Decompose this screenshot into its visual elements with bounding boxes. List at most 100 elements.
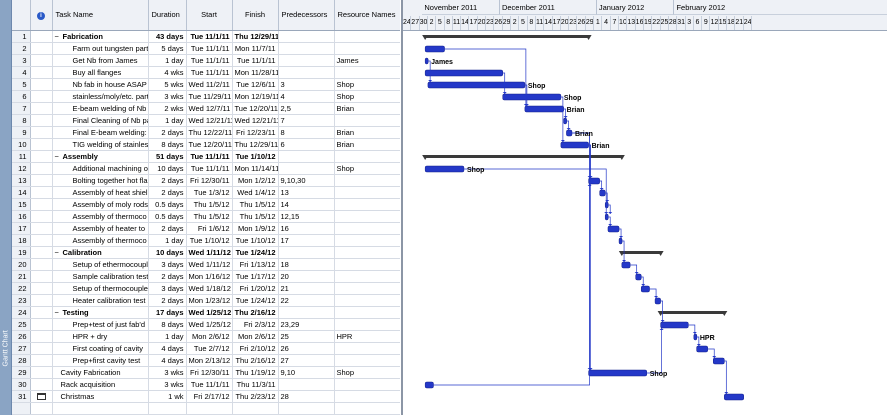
- info-column-header[interactable]: i: [30, 0, 53, 31]
- table-row[interactable]: 6 stainless/moly/etc. part 3 wks Tue 11/29/…: [12, 90, 400, 103]
- row-id-cell[interactable]: 30: [12, 378, 31, 391]
- table-row[interactable]: 4 Buy all flanges 4 wks Tue 11/1/11 Mon 11/2…: [12, 66, 400, 79]
- indicator-cell[interactable]: [30, 366, 53, 379]
- task-name-cell[interactable]: Setup of ethermocoupl: [52, 258, 149, 271]
- finish-date-cell[interactable]: Fri 1/20/12: [232, 282, 279, 295]
- predecessors-cell[interactable]: 21: [278, 282, 335, 295]
- start-date-cell[interactable]: Mon 1/16/12: [186, 270, 233, 283]
- predecessors-cell[interactable]: 12,15: [278, 210, 335, 223]
- duration-cell[interactable]: 8 days: [148, 138, 187, 151]
- task-name-column-header[interactable]: Task Name: [52, 0, 149, 31]
- indicator-cell[interactable]: [30, 246, 53, 259]
- predecessors-cell[interactable]: [278, 306, 335, 319]
- resource-names-cell[interactable]: [334, 210, 400, 223]
- predecessors-cell[interactable]: 17: [278, 234, 335, 247]
- finish-date-cell[interactable]: Thu 2/23/12: [232, 390, 279, 403]
- duration-cell[interactable]: 1 day: [148, 330, 187, 343]
- finish-date-cell[interactable]: Tue 1/17/12: [232, 270, 279, 283]
- resource-names-cell[interactable]: [334, 294, 400, 307]
- predecessors-cell[interactable]: 8: [278, 126, 335, 139]
- table-row[interactable]: 1 Fabrication43 daysTue 11/1/11Thu 12/29/…: [12, 30, 400, 43]
- task-name-cell[interactable]: Get Nb from James: [52, 54, 149, 67]
- resource-names-cell[interactable]: [334, 114, 400, 127]
- empty-cell[interactable]: [30, 402, 53, 415]
- resource-names-cell[interactable]: [334, 258, 400, 271]
- indicator-cell[interactable]: [30, 318, 53, 331]
- task-name-cell[interactable]: Assembly of moly rods: [52, 198, 149, 211]
- duration-cell[interactable]: 2 days: [148, 294, 187, 307]
- start-date-cell[interactable]: Tue 11/1/11: [186, 378, 233, 391]
- resource-names-cell[interactable]: Shop: [334, 78, 400, 91]
- task-name-cell[interactable]: Rack acquisition: [52, 378, 149, 391]
- start-column-header[interactable]: Start: [186, 0, 233, 31]
- finish-date-cell[interactable]: Thu 2/16/12: [232, 306, 279, 319]
- finish-column-header[interactable]: Finish: [232, 0, 279, 31]
- row-id-cell[interactable]: 28: [12, 354, 31, 367]
- finish-date-cell[interactable]: Wed 1/4/12: [232, 186, 279, 199]
- row-id-cell[interactable]: 7: [12, 102, 31, 115]
- task-name-cell[interactable]: Farm out tungsten part: [52, 42, 149, 55]
- resource-names-cell[interactable]: [334, 222, 400, 235]
- predecessors-cell[interactable]: 14: [278, 198, 335, 211]
- row-id-cell[interactable]: 22: [12, 282, 31, 295]
- task-name-cell[interactable]: Additional machining of: [52, 162, 149, 175]
- start-date-cell[interactable]: Tue 11/1/11: [186, 30, 233, 43]
- row-id-cell[interactable]: 29: [12, 366, 31, 379]
- finish-date-cell[interactable]: Thu 1/5/12: [232, 210, 279, 223]
- task-name-cell[interactable]: Cavity Fabrication: [52, 366, 149, 379]
- table-row[interactable]: 17 Assembly of heater to 2 days Fri 1/6/12 M…: [12, 222, 400, 235]
- predecessors-cell[interactable]: 20: [278, 270, 335, 283]
- row-id-cell[interactable]: 3: [12, 54, 31, 67]
- empty-cell[interactable]: [52, 402, 149, 415]
- task-name-cell[interactable]: Final Cleaning of Nb pa: [52, 114, 149, 127]
- indicator-cell[interactable]: [30, 198, 53, 211]
- start-date-cell[interactable]: Tue 11/29/11: [186, 90, 233, 103]
- duration-cell[interactable]: 4 days: [148, 342, 187, 355]
- duration-cell[interactable]: 10 days: [148, 246, 187, 259]
- finish-date-cell[interactable]: Mon 2/6/12: [232, 330, 279, 343]
- duration-cell[interactable]: 8 days: [148, 318, 187, 331]
- start-date-cell[interactable]: Mon 1/23/12: [186, 294, 233, 307]
- start-date-cell[interactable]: Wed 1/11/12: [186, 258, 233, 271]
- predecessors-cell[interactable]: 9,10,30: [278, 174, 335, 187]
- row-id-cell[interactable]: 13: [12, 174, 31, 187]
- start-date-cell[interactable]: Fri 2/17/12: [186, 390, 233, 403]
- empty-cell[interactable]: [232, 402, 279, 415]
- duration-cell[interactable]: 43 days: [148, 30, 187, 43]
- resource-names-cell[interactable]: [334, 186, 400, 199]
- resource-names-cell[interactable]: [334, 318, 400, 331]
- predecessors-cell[interactable]: [278, 246, 335, 259]
- row-id-cell[interactable]: 27: [12, 342, 31, 355]
- row-id-cell[interactable]: 24: [12, 306, 31, 319]
- row-id-cell[interactable]: 21: [12, 270, 31, 283]
- row-id-cell[interactable]: 25: [12, 318, 31, 331]
- task-name-cell[interactable]: Nb fab in house ASAP: [52, 78, 149, 91]
- resource-names-cell[interactable]: [334, 42, 400, 55]
- finish-date-cell[interactable]: Tue 1/24/12: [232, 294, 279, 307]
- start-date-cell[interactable]: Wed 1/18/12: [186, 282, 233, 295]
- indicator-cell[interactable]: [30, 282, 53, 295]
- resource-names-cell[interactable]: [334, 246, 400, 259]
- row-id-cell[interactable]: 6: [12, 90, 31, 103]
- task-name-cell[interactable]: Assembly of heat shiel: [52, 186, 149, 199]
- finish-date-cell[interactable]: Thu 1/5/12: [232, 198, 279, 211]
- finish-date-cell[interactable]: Tue 1/10/12: [232, 234, 279, 247]
- table-row[interactable]: 3 Get Nb from James 1 day Tue 11/1/11 Tue 11…: [12, 54, 400, 67]
- predecessors-cell[interactable]: 18: [278, 258, 335, 271]
- table-row[interactable]: 8 Final Cleaning of Nb pa 1 day Wed 12/21/1…: [12, 114, 400, 127]
- resource-names-cell[interactable]: [334, 306, 400, 319]
- resource-names-cell[interactable]: [334, 150, 400, 163]
- duration-cell[interactable]: 1 day: [148, 234, 187, 247]
- task-name-cell[interactable]: Buy all flanges: [52, 66, 149, 79]
- start-date-cell[interactable]: Tue 11/1/11: [186, 54, 233, 67]
- start-date-cell[interactable]: Thu 12/22/11: [186, 126, 233, 139]
- row-id-cell[interactable]: 4: [12, 66, 31, 79]
- task-name-cell[interactable]: TIG welding of stainles: [52, 138, 149, 151]
- finish-date-cell[interactable]: Thu 1/19/12: [232, 366, 279, 379]
- resource-names-cell[interactable]: [334, 342, 400, 355]
- indicator-cell[interactable]: [30, 90, 53, 103]
- start-date-cell[interactable]: Tue 11/1/11: [186, 42, 233, 55]
- resource-names-cell[interactable]: [334, 66, 400, 79]
- table-row[interactable]: 13 Bolting together hot fla 2 days Fri 12/3…: [12, 174, 400, 187]
- duration-cell[interactable]: 51 days: [148, 150, 187, 163]
